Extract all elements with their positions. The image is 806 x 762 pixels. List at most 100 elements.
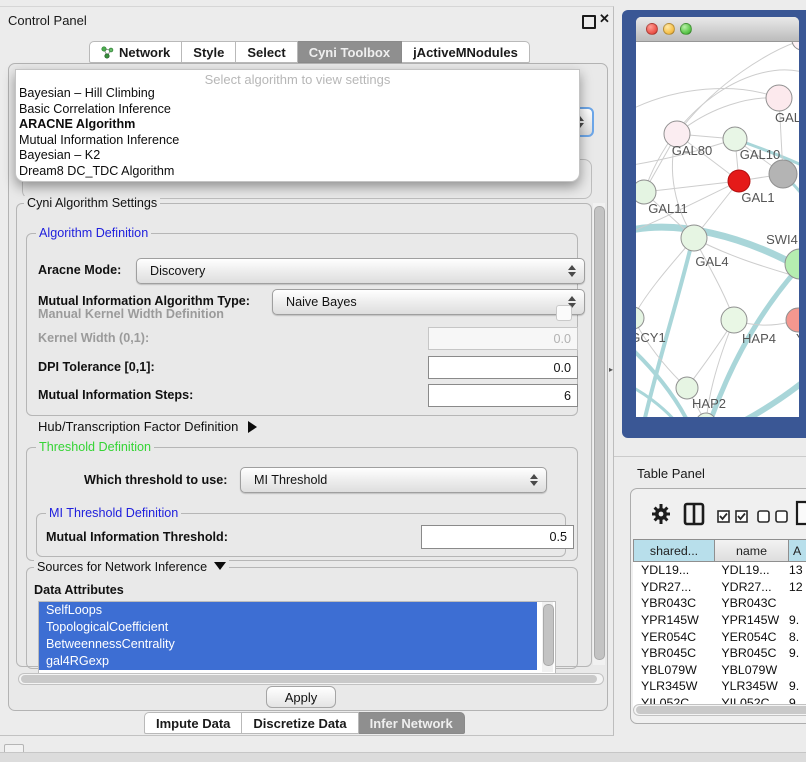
network-node-label: GAL4 <box>695 254 728 269</box>
attribute-item[interactable]: BetweennessCentrality <box>39 636 537 653</box>
tab-style[interactable]: Style <box>182 41 236 63</box>
network-edge <box>636 238 694 318</box>
network-node[interactable] <box>792 42 799 50</box>
network-edge <box>742 378 799 417</box>
network-node-label: GAL80 <box>672 143 712 158</box>
algorithm-option[interactable]: Basic Correlation Inference <box>16 102 579 118</box>
expander-right-triangle-icon <box>248 421 257 433</box>
document-icon[interactable] <box>795 500 806 526</box>
mi-threshold-field[interactable]: 0.5 <box>421 525 574 549</box>
algorithm-option[interactable]: Dream8 DC_TDC Algorithm <box>16 164 579 180</box>
close-traffic-light-icon[interactable] <box>646 23 658 35</box>
minimize-traffic-light-icon[interactable] <box>663 23 675 35</box>
tab-select[interactable]: Select <box>236 41 297 63</box>
table-cell: 9. <box>786 679 806 693</box>
attribute-item[interactable]: gal4RGexp <box>39 653 537 670</box>
table-row[interactable]: YBL079WYBL079W <box>633 662 806 679</box>
table-cell: YER054C <box>713 630 786 644</box>
tab-impute-data[interactable]: Impute Data <box>144 712 242 734</box>
tab-network[interactable]: Network <box>89 41 182 63</box>
settings-hscrollbar-thumb[interactable] <box>21 675 597 683</box>
network-node-gal4[interactable] <box>681 225 707 251</box>
which-threshold-combo[interactable]: MI Threshold <box>240 467 547 493</box>
mi-steps-field[interactable]: 6 <box>428 384 578 407</box>
aracne-mode-combo[interactable]: Discovery <box>136 258 585 284</box>
apply-button[interactable]: Apply <box>266 686 336 708</box>
settings-scrollbar-thumb[interactable] <box>594 206 605 660</box>
float-panel-icon[interactable] <box>582 15 596 29</box>
table-panel-window: shared... name A YDL19...YDL19...13YDR27… <box>630 488 806 724</box>
tab-discretize-data[interactable]: Discretize Data <box>242 712 358 734</box>
column-header-partial[interactable]: A <box>789 539 806 562</box>
table-cell: YPR145W <box>713 613 786 627</box>
data-attributes-label: Data Attributes <box>34 583 124 597</box>
manual-kernel-width-checkbox[interactable] <box>556 305 572 321</box>
network-node-gcy1[interactable] <box>636 307 644 329</box>
network-node-swi4[interactable] <box>785 249 799 279</box>
network-window: GAL7GAL80GAL10GAL1GAL11SWI4GAL4GCY1HAP4Y… <box>636 17 799 417</box>
settings-scrollbar[interactable] <box>593 203 605 665</box>
table-row[interactable]: YBR045CYBR045C9. <box>633 645 806 662</box>
table-cell: YDL19... <box>633 563 713 577</box>
network-node-y[interactable] <box>786 308 799 332</box>
column-header-name[interactable]: name <box>715 539 789 562</box>
close-panel-icon[interactable]: ✕ <box>599 11 610 27</box>
network-node[interactable] <box>769 160 797 188</box>
algorithm-option[interactable]: ARACNE Algorithm <box>16 117 579 133</box>
network-node-label: HAP4 <box>742 331 776 346</box>
application-root: Control Panel ✕ Network Style Select Cyn… <box>0 0 806 762</box>
dpi-tolerance-field[interactable]: 0.0 <box>428 356 578 379</box>
algorithm-option[interactable]: Bayesian – Hill Climbing <box>16 86 579 102</box>
control-panel-tabbar: Network Style Select Cyni Toolbox jActiv… <box>89 41 530 63</box>
table-cell: YPR145W <box>633 613 713 627</box>
attributes-scrollbar-thumb[interactable] <box>543 604 554 666</box>
attributes-scrollbar[interactable] <box>542 602 553 672</box>
kernel-width-field[interactable]: 0.0 <box>428 327 578 350</box>
split-columns-icon[interactable] <box>683 502 705 526</box>
sources-group-title[interactable]: Sources for Network Inference <box>34 560 229 574</box>
hub-definition-expander[interactable]: Hub/Transcription Factor Definition <box>38 419 257 434</box>
network-node-hap4[interactable] <box>721 307 747 333</box>
column-header-shared-name[interactable]: shared... <box>633 539 715 562</box>
table-cell: 12 <box>786 580 806 594</box>
algorithm-option[interactable]: Bayesian – K2 <box>16 148 579 164</box>
table-cell: YDR27... <box>713 580 786 594</box>
settings-hscrollbar[interactable] <box>18 673 604 685</box>
table-row[interactable]: YLR345WYLR345W9. <box>633 678 806 695</box>
attribute-item[interactable]: SelfLoops <box>39 602 537 619</box>
algorithm-option[interactable]: Mutual Information Inference <box>16 133 579 149</box>
network-node-gal1[interactable] <box>728 170 750 192</box>
mi-algorithm-type-label: Mutual Information Algorithm Type: <box>38 294 250 308</box>
attribute-item[interactable]: TopologicalCoefficient <box>39 619 537 636</box>
bottom-strip <box>0 752 806 762</box>
algorithm-dropdown[interactable]: Select algorithm to view settings Bayesi… <box>15 69 580 182</box>
network-node-label: Y <box>796 331 799 346</box>
aracne-mode-label: Aracne Mode: <box>38 263 121 277</box>
tab-cyni-toolbox[interactable]: Cyni Toolbox <box>298 41 402 63</box>
zoom-traffic-light-icon[interactable] <box>680 23 692 35</box>
control-panel-title: Control Panel <box>8 13 87 28</box>
table-row[interactable]: YPR145WYPR145W9. <box>633 612 806 629</box>
gear-icon[interactable] <box>651 503 671 525</box>
table-row[interactable]: YBR043CYBR043C <box>633 595 806 612</box>
table-hscrollbar-thumb[interactable] <box>636 706 806 714</box>
table-hscrollbar[interactable] <box>633 704 806 716</box>
network-view-frame: GAL7GAL80GAL10GAL1GAL11SWI4GAL4GCY1HAP4Y… <box>622 10 806 438</box>
table-row[interactable]: YDR27...YDR27...12 <box>633 579 806 596</box>
table-body: YDL19...YDL19...13YDR27...YDR27...12YBR0… <box>633 562 806 712</box>
tab-infer-network[interactable]: Infer Network <box>359 712 465 734</box>
table-row[interactable]: YER054CYER054C8. <box>633 628 806 645</box>
unchecked-pair-icon[interactable] <box>757 510 789 524</box>
network-node-gal7[interactable] <box>766 85 792 111</box>
network-canvas[interactable]: GAL7GAL80GAL10GAL1GAL11SWI4GAL4GCY1HAP4Y… <box>636 42 799 417</box>
table-cell: 9. <box>786 613 806 627</box>
checked-pair-icon[interactable] <box>717 510 749 524</box>
which-threshold-label: Which threshold to use: <box>84 473 227 487</box>
mi-algorithm-type-combo[interactable]: Naive Bayes <box>272 289 585 315</box>
network-window-titlebar <box>636 17 799 42</box>
mi-threshold-group-title: MI Threshold Definition <box>46 506 181 520</box>
table-row[interactable]: YDL19...YDL19...13 <box>633 562 806 579</box>
table-cell: YDL19... <box>713 563 786 577</box>
data-attributes-list[interactable]: SelfLoopsTopologicalCoefficientBetweenne… <box>38 601 556 675</box>
tab-jactivemnodules[interactable]: jActiveMNodules <box>402 41 530 63</box>
